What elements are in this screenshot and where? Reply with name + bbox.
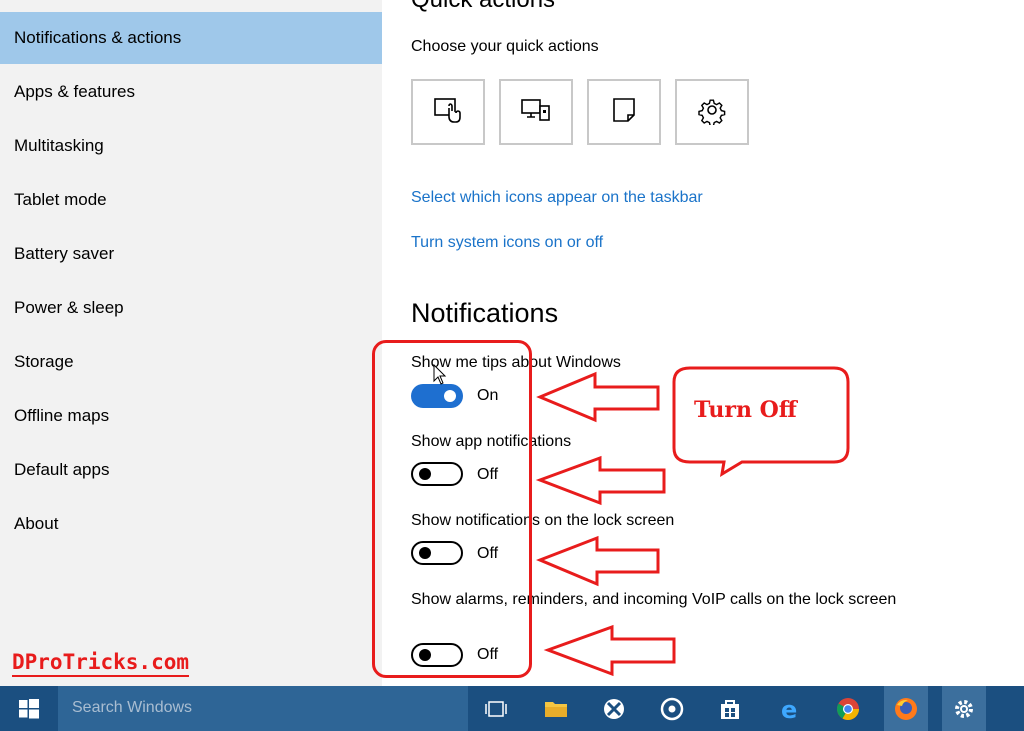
settings-taskbar-icon[interactable] (942, 686, 986, 731)
task-view-icon[interactable] (474, 686, 518, 731)
red-arrow-2 (535, 455, 666, 506)
xbox-icon[interactable] (592, 686, 636, 731)
red-arrow-1 (536, 371, 660, 423)
store-icon[interactable] (708, 686, 752, 731)
file-explorer-icon[interactable] (534, 686, 578, 731)
taskbar: Search Windows e (0, 686, 1024, 731)
svg-text:e: e (781, 696, 797, 722)
callout-text: Turn Off (694, 397, 797, 423)
groove-music-icon[interactable] (650, 686, 694, 731)
firefox-icon[interactable] (884, 686, 928, 731)
taskbar-search-box[interactable]: Search Windows (58, 686, 468, 731)
chrome-icon[interactable] (826, 686, 870, 731)
red-arrow-3 (535, 535, 660, 587)
start-button[interactable] (0, 686, 58, 731)
edge-icon[interactable]: e (768, 686, 812, 731)
annotation-overlay (535, 366, 850, 677)
search-placeholder: Search Windows (72, 699, 193, 716)
site-watermark: DProTricks.com (12, 650, 190, 677)
red-arrow-4 (543, 624, 676, 677)
windows-logo-icon (19, 698, 39, 718)
